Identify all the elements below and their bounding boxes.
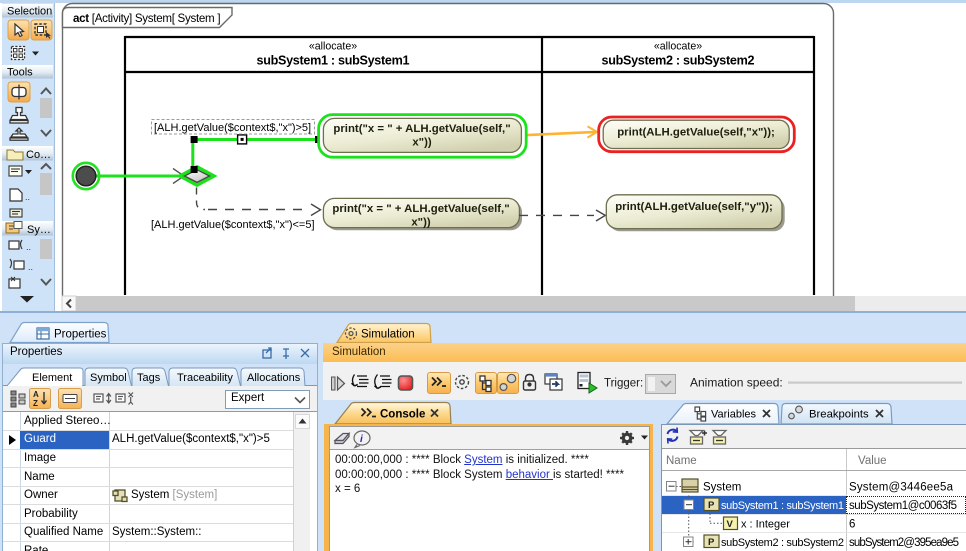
svg-text:A: A	[33, 390, 39, 399]
svg-text:P: P	[708, 500, 715, 511]
svg-text:Selection: Selection	[7, 6, 52, 18]
svg-text:Breakpoints: Breakpoints	[809, 409, 869, 421]
svg-text:..: ..	[28, 262, 33, 272]
svg-text:print("x = " + ALH.getValue(se: print("x = " + ALH.getValue(self,"	[332, 203, 509, 215]
svg-text:«allocate»: «allocate»	[309, 41, 357, 53]
svg-text:print(ALH.getValue(self,"x"));: print(ALH.getValue(self,"x"));	[617, 127, 775, 139]
svg-text:Animation speed:: Animation speed:	[690, 376, 783, 390]
svg-text:Co…: Co…	[26, 149, 51, 161]
svg-text:print("x = " + ALH.getValue(se: print("x = " + ALH.getValue(self,"	[333, 123, 510, 135]
svg-text:Trigger:: Trigger:	[604, 378, 643, 390]
svg-text:print(ALH.getValue(self,"y"));: print(ALH.getValue(self,"y"));	[615, 201, 773, 213]
svg-text:[ALH.getValue($context$,"x")<=: [ALH.getValue($context$,"x")<=5]	[151, 219, 315, 231]
svg-text:subSystem1 : subSystem1: subSystem1 : subSystem1	[721, 500, 844, 512]
svg-text:System@3446ee5a: System@3446ee5a	[849, 482, 954, 494]
svg-text:subSystem1@c0063f5: subSystem1@c0063f5	[849, 500, 957, 512]
svg-text:act [Activity] System[ System: act [Activity] System[ System ]	[73, 12, 220, 25]
svg-text:Z: Z	[33, 399, 38, 408]
svg-text:i: i	[360, 434, 363, 445]
svg-text:P: P	[708, 537, 715, 548]
svg-text:Allocations: Allocations	[247, 372, 301, 384]
svg-text:x")): x"))	[411, 217, 431, 229]
svg-text:..: ..	[25, 192, 30, 202]
svg-text:subSystem1 : subSystem1: subSystem1 : subSystem1	[257, 54, 410, 68]
svg-text:Traceability: Traceability	[177, 372, 233, 384]
svg-text:..: ..	[26, 242, 31, 252]
svg-text:Tools: Tools	[7, 67, 33, 79]
svg-text:subSystem2@395ea9e5: subSystem2@395ea9e5	[849, 537, 959, 549]
svg-text:x : Integer: x : Integer	[741, 519, 790, 531]
svg-text:System: System	[703, 482, 741, 494]
svg-text:6: 6	[849, 519, 855, 531]
svg-text:V: V	[727, 519, 734, 530]
svg-text:«allocate»: «allocate»	[654, 41, 702, 53]
svg-text:Tags: Tags	[137, 372, 161, 384]
svg-text:subSystem2 : subSystem2: subSystem2 : subSystem2	[602, 54, 755, 68]
svg-text:Properties: Properties	[54, 329, 107, 341]
svg-text:Console: Console	[380, 409, 425, 421]
svg-text:Element: Element	[32, 372, 72, 384]
svg-text:Variables: Variables	[711, 409, 757, 421]
svg-text:x")): x"))	[412, 136, 432, 148]
svg-text:[ALH.getValue($context$,"x")>5: [ALH.getValue($context$,"x")>5]	[154, 122, 311, 134]
svg-text:Symbol: Symbol	[90, 372, 127, 384]
svg-text:Simulation: Simulation	[361, 329, 415, 341]
svg-text:Sy…: Sy…	[27, 224, 51, 236]
svg-text:subSystem2 : subSystem2: subSystem2 : subSystem2	[721, 537, 844, 549]
